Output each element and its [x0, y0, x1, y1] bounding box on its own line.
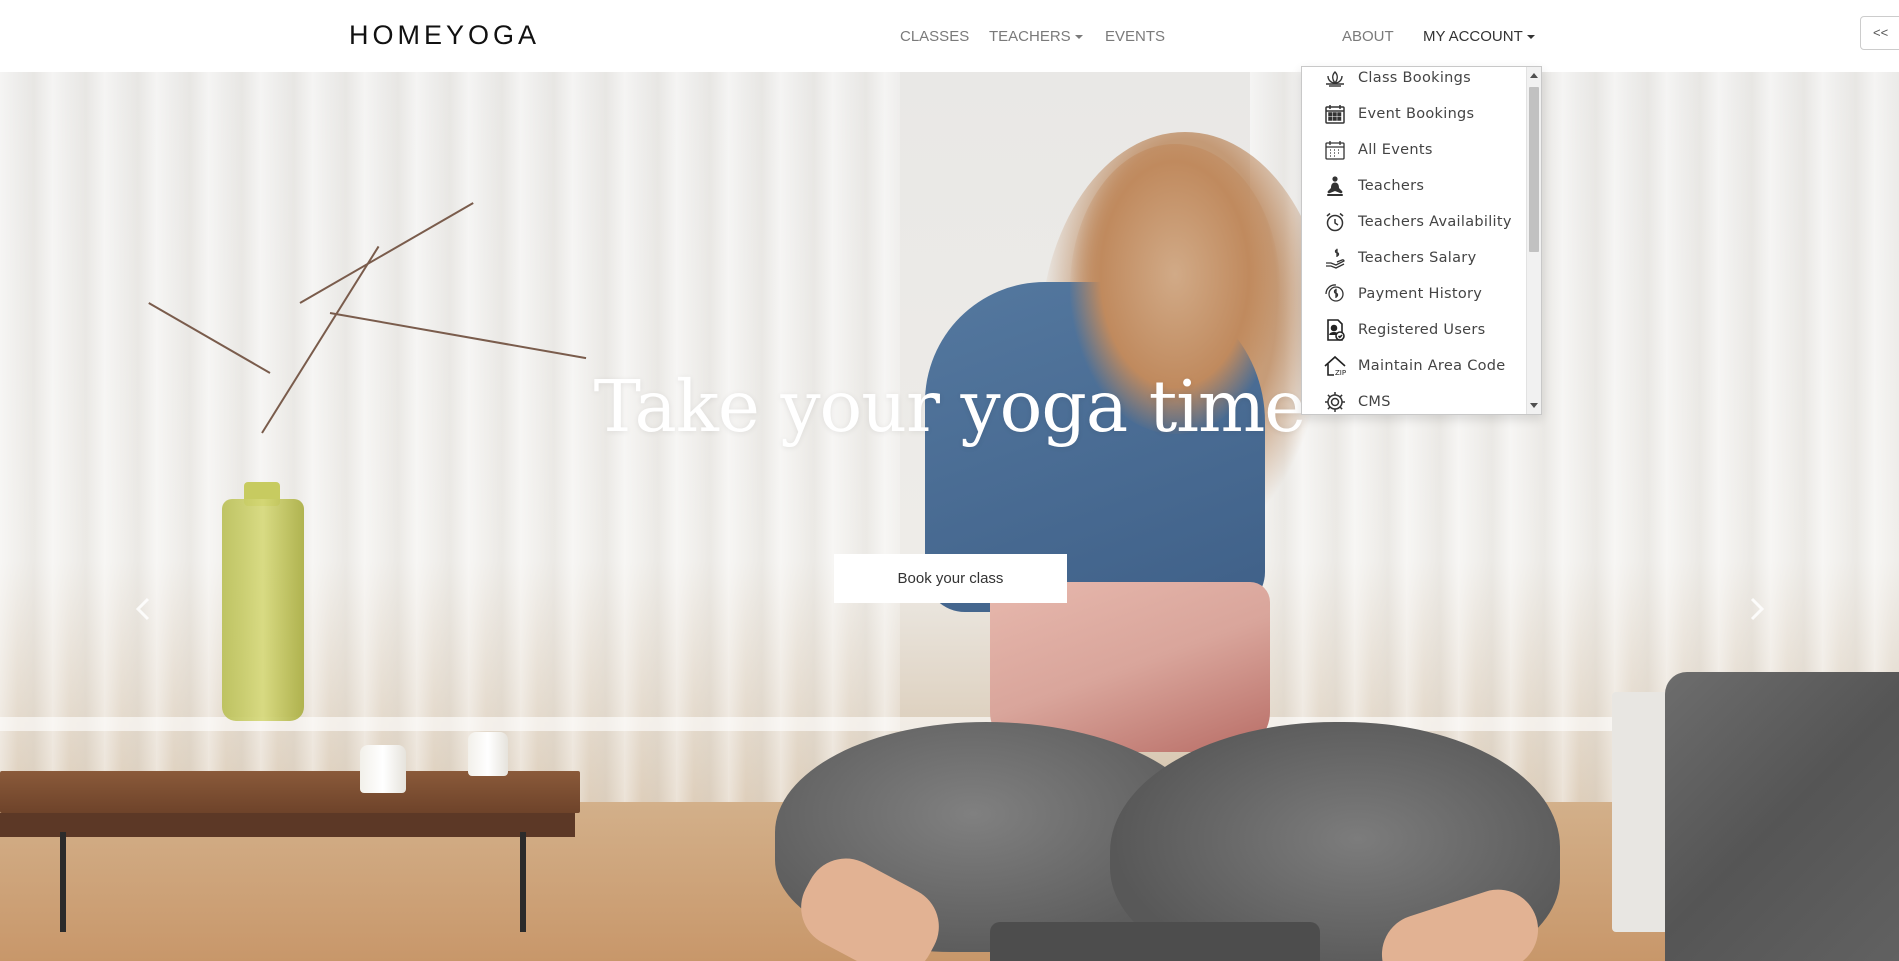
menu-item-label: Class Bookings — [1358, 70, 1472, 86]
lotus-icon — [1323, 67, 1347, 90]
dropdown-scrollbar[interactable] — [1526, 67, 1541, 414]
menu-item-maintain-area-code[interactable]: ZIP Maintain Area Code — [1302, 348, 1526, 384]
meditation-icon — [1323, 174, 1347, 198]
collapse-sidebar-button[interactable]: << — [1860, 16, 1899, 50]
vase — [222, 499, 304, 721]
carousel-next-icon[interactable] — [1744, 597, 1768, 621]
gear-icon — [1323, 390, 1347, 414]
coffee-table — [0, 813, 575, 837]
menu-item-teachers[interactable]: Teachers — [1302, 168, 1526, 204]
my-account-menu-list: Class Bookings Event Bookings All Events… — [1302, 67, 1526, 414]
menu-item-label: Registered Users — [1358, 322, 1486, 338]
menu-item-payment-history[interactable]: Payment History — [1302, 276, 1526, 312]
menu-item-label: Teachers Salary — [1358, 250, 1477, 266]
person-lower-body — [990, 922, 1320, 961]
menu-item-teachers-salary[interactable]: Teachers Salary — [1302, 240, 1526, 276]
scroll-up-icon[interactable] — [1530, 73, 1538, 78]
calendar-grid-icon — [1323, 138, 1347, 162]
menu-item-label: Event Bookings — [1358, 106, 1475, 122]
menu-item-all-events[interactable]: All Events — [1302, 132, 1526, 168]
menu-item-teachers-availability[interactable]: Teachers Availability — [1302, 204, 1526, 240]
top-navbar: HOMEYOGA CLASSES TEACHERS EVENTS ABOUT M… — [0, 0, 1899, 72]
menu-item-label: Teachers Availability — [1358, 214, 1512, 230]
scrollbar-thumb[interactable] — [1529, 87, 1539, 252]
table-leg — [60, 832, 66, 932]
menu-item-event-bookings[interactable]: Event Bookings — [1302, 96, 1526, 132]
menu-item-cms[interactable]: CMS — [1302, 384, 1526, 414]
alarm-clock-icon — [1323, 210, 1347, 234]
table-leg — [520, 832, 526, 932]
caret-down-icon — [1074, 35, 1083, 40]
menu-item-label: CMS — [1358, 394, 1391, 410]
house-zip-icon: ZIP — [1323, 354, 1347, 378]
carousel-prev-icon[interactable] — [132, 597, 156, 621]
nav-teachers[interactable]: TEACHERS — [989, 28, 1083, 45]
hero-carousel — [0, 72, 1899, 961]
menu-item-label: Maintain Area Code — [1358, 358, 1506, 374]
dollar-history-icon — [1323, 282, 1347, 306]
menu-item-label: Payment History — [1358, 286, 1483, 302]
candle — [360, 745, 406, 793]
hero-title: Take your yoga time — [593, 365, 1307, 448]
user-document-icon — [1323, 318, 1347, 342]
nav-my-account[interactable]: MY ACCOUNT — [1423, 28, 1535, 45]
svg-text:ZIP: ZIP — [1335, 369, 1346, 377]
book-class-button[interactable]: Book your class — [834, 554, 1067, 603]
coffee-table — [0, 771, 580, 813]
nav-my-account-label: MY ACCOUNT — [1423, 28, 1523, 45]
menu-item-label: All Events — [1358, 142, 1433, 158]
nav-about[interactable]: ABOUT — [1342, 28, 1394, 45]
brand-logo[interactable]: HOMEYOGA — [349, 20, 540, 51]
sofa — [1665, 672, 1899, 961]
menu-item-label: Teachers — [1358, 178, 1425, 194]
menu-item-class-bookings[interactable]: Class Bookings — [1302, 67, 1526, 96]
hand-dollar-icon — [1323, 246, 1347, 270]
candle — [468, 732, 508, 776]
calendar-icon — [1323, 102, 1347, 126]
my-account-dropdown: Class Bookings Event Bookings All Events… — [1301, 66, 1542, 415]
nav-classes[interactable]: CLASSES — [900, 28, 969, 45]
menu-item-registered-users[interactable]: Registered Users — [1302, 312, 1526, 348]
nav-teachers-label: TEACHERS — [989, 28, 1071, 45]
nav-events[interactable]: EVENTS — [1105, 28, 1165, 45]
scroll-down-icon[interactable] — [1530, 403, 1538, 408]
caret-down-icon — [1526, 35, 1535, 40]
